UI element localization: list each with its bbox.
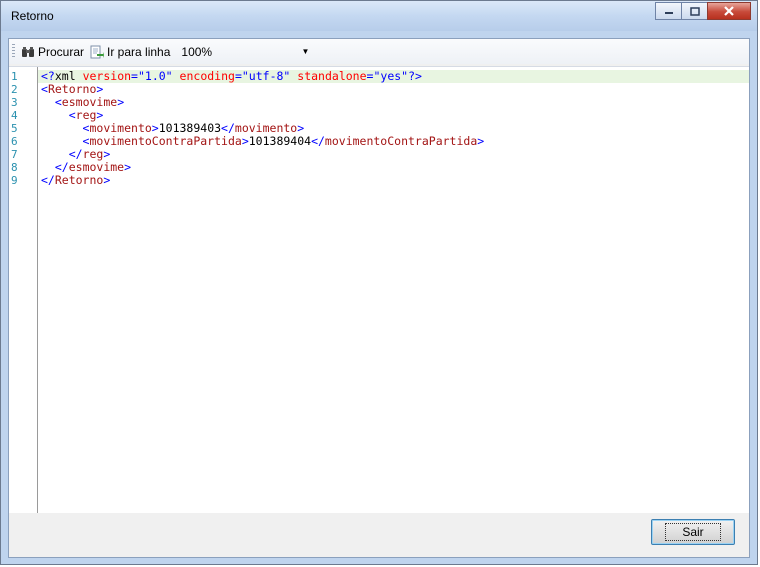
decl-open: <? <box>41 69 55 83</box>
line-number-gutter: 1 2 3 4 5 6 7 8 9 <box>9 67 38 513</box>
decl-name: xml <box>54 69 76 83</box>
tag-reg-close: reg <box>82 147 104 161</box>
zoom-dropdown[interactable]: 100% ▼ <box>179 42 313 61</box>
attr-standalone: standalone <box>297 69 367 83</box>
val-version: "1.0" <box>137 69 173 83</box>
line-number: 6 <box>11 135 18 148</box>
goto-line-icon <box>90 45 105 58</box>
tag-esmovime-open: esmovime <box>61 95 118 109</box>
tag-contrapartida-open: movimentoContraPartida <box>89 134 242 148</box>
procurar-button[interactable]: Procurar <box>18 41 87 63</box>
caption-buttons <box>655 2 751 20</box>
dropdown-arrow-icon: ▼ <box>301 47 310 56</box>
val-standalone: "yes" <box>373 69 409 83</box>
toolbar-grip[interactable] <box>12 44 15 59</box>
procurar-label: Procurar <box>38 44 85 59</box>
tag-contrapartida-close: movimentoContraPartida <box>324 134 478 148</box>
tag-reg-open: reg <box>75 108 97 122</box>
movimento-value: 101389403 <box>158 121 222 135</box>
zoom-value: 100% <box>181 44 213 59</box>
line-number: 8 <box>11 161 18 174</box>
line-number: 4 <box>11 109 18 122</box>
attr-version: version <box>82 69 132 83</box>
window-title: Retorno <box>11 9 54 23</box>
maximize-button[interactable] <box>681 2 708 20</box>
code-line-9: </Retorno> <box>41 173 111 187</box>
title-bar[interactable]: Retorno <box>1 1 757 31</box>
line-number: 7 <box>11 148 18 161</box>
line-number: 3 <box>11 96 18 109</box>
window: Retorno Procurar Ir para linha 100% ▼ 1 … <box>0 0 758 565</box>
maximize-icon <box>689 6 700 16</box>
close-icon <box>724 6 734 16</box>
tag-esmovime-close: esmovime <box>68 160 125 174</box>
footer-panel: Sair <box>9 513 749 557</box>
sair-label: Sair <box>665 523 721 541</box>
code-line-1: <?xml version="1.0" encoding="utf-8" sta… <box>38 70 749 83</box>
ir-para-linha-button[interactable]: Ir para linha <box>87 41 173 63</box>
tag-movimento-close: movimento <box>234 121 298 135</box>
tag-retorno-open: Retorno <box>47 82 97 96</box>
sair-button[interactable]: Sair <box>651 519 735 545</box>
close-button[interactable] <box>707 2 751 20</box>
xml-editor[interactable]: 1 2 3 4 5 6 7 8 9 <?xml version="1.0" en… <box>9 66 749 513</box>
val-encoding: "utf-8" <box>241 69 291 83</box>
client-area: Procurar Ir para linha 100% ▼ 1 2 3 4 5 … <box>8 38 750 558</box>
toolbar: Procurar Ir para linha 100% ▼ <box>9 39 749 64</box>
binoculars-icon <box>22 46 34 57</box>
tag-movimento-open: movimento <box>89 121 152 135</box>
contrapartida-value: 101389404 <box>248 134 312 148</box>
line-number: 9 <box>11 174 18 187</box>
line-number: 5 <box>11 122 18 135</box>
attr-encoding: encoding <box>179 69 235 83</box>
minimize-button[interactable] <box>655 2 682 20</box>
minimize-icon <box>664 12 673 14</box>
line-number: 2 <box>11 83 18 96</box>
tag-retorno-close: Retorno <box>54 173 104 187</box>
ir-para-linha-label: Ir para linha <box>107 44 171 59</box>
decl-close: ?> <box>408 69 422 83</box>
line-number: 1 <box>11 70 18 83</box>
